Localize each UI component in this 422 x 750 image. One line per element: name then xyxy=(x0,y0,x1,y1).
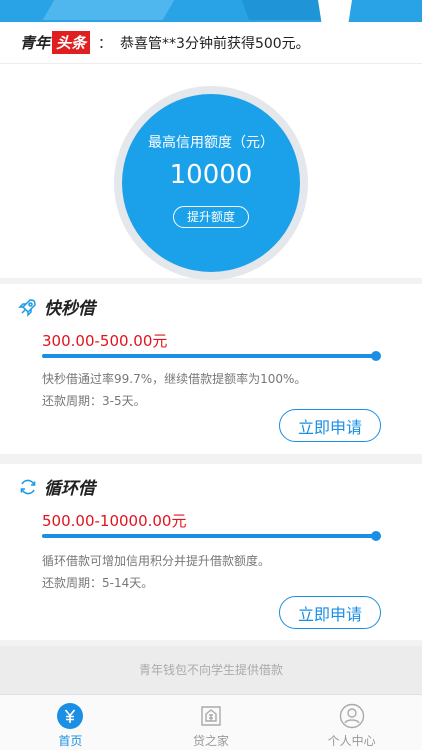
credit-hero: 最高信用额度（元） 10000 提升额度 xyxy=(0,64,422,280)
tab-profile[interactable]: 个人中心 xyxy=(281,695,422,750)
product-range: 500.00-10000.00元 xyxy=(42,512,187,530)
raise-limit-button[interactable]: 提升额度 xyxy=(173,206,249,228)
bottom-tab-bar: 首页 贷之家 个人中心 xyxy=(0,694,422,750)
tab-label: 贷之家 xyxy=(193,734,230,748)
product-range: 300.00-500.00元 xyxy=(42,332,168,350)
refresh-icon xyxy=(18,477,38,497)
news-colon: ： xyxy=(98,35,113,52)
apply-button[interactable]: 立即申请 xyxy=(279,596,381,629)
amount-slider-fill xyxy=(42,534,376,538)
top-banner-strip xyxy=(0,0,422,22)
product-title: 快秒借 xyxy=(44,299,95,319)
amount-slider-knob[interactable] xyxy=(371,351,381,361)
amount-slider-knob[interactable] xyxy=(371,531,381,541)
product-title: 循环借 xyxy=(44,479,95,499)
banner-decoration xyxy=(42,0,198,20)
banner-notch xyxy=(318,0,352,22)
tab-loan-home[interactable]: 贷之家 xyxy=(141,695,282,750)
credit-limit-value: 10000 xyxy=(169,160,253,190)
apply-button[interactable]: 立即申请 xyxy=(279,409,381,442)
product-desc: 循环借款可增加信用积分并提升借款额度。 xyxy=(42,554,271,568)
amount-slider[interactable] xyxy=(42,531,381,541)
news-text: 恭喜管**3分钟前获得500元。 xyxy=(120,35,310,52)
news-logo-part1: 青年 xyxy=(20,34,51,52)
product-card-quick: 快秒借 300.00-500.00元 快秒借通过率99.7%，继续借款提额率为1… xyxy=(0,284,422,454)
product-header: 循环借 xyxy=(18,474,95,499)
house-icon xyxy=(198,703,224,729)
tab-home[interactable]: 首页 xyxy=(0,695,141,750)
product-repay-period: 还款周期：3-5天。 xyxy=(42,394,146,408)
amount-slider[interactable] xyxy=(42,351,381,361)
news-ticker[interactable]: 青年 头条 ： 恭喜管**3分钟前获得500元。 xyxy=(0,22,422,64)
student-notice: 青年钱包不向学生提供借款 xyxy=(0,646,422,694)
credit-limit-title: 最高信用额度（元） xyxy=(148,135,274,151)
amount-slider-fill xyxy=(42,354,376,358)
credit-circle: 最高信用额度（元） 10000 提升额度 xyxy=(122,94,300,272)
product-desc: 快秒借通过率99.7%，继续借款提额率为100%。 xyxy=(42,372,307,386)
news-logo: 青年 头条 xyxy=(20,31,91,54)
tab-label: 首页 xyxy=(58,734,83,748)
user-icon xyxy=(339,703,365,729)
yen-icon xyxy=(57,703,84,729)
rocket-icon xyxy=(18,297,38,317)
product-header: 快秒借 xyxy=(18,294,95,319)
news-logo-part2: 头条 xyxy=(52,31,91,54)
tab-label: 个人中心 xyxy=(327,734,376,748)
banner-decoration xyxy=(230,0,330,20)
product-repay-period: 还款周期：5-14天。 xyxy=(42,576,154,590)
product-card-revolving: 循环借 500.00-10000.00元 循环借款可增加信用积分并提升借款额度。… xyxy=(0,464,422,640)
